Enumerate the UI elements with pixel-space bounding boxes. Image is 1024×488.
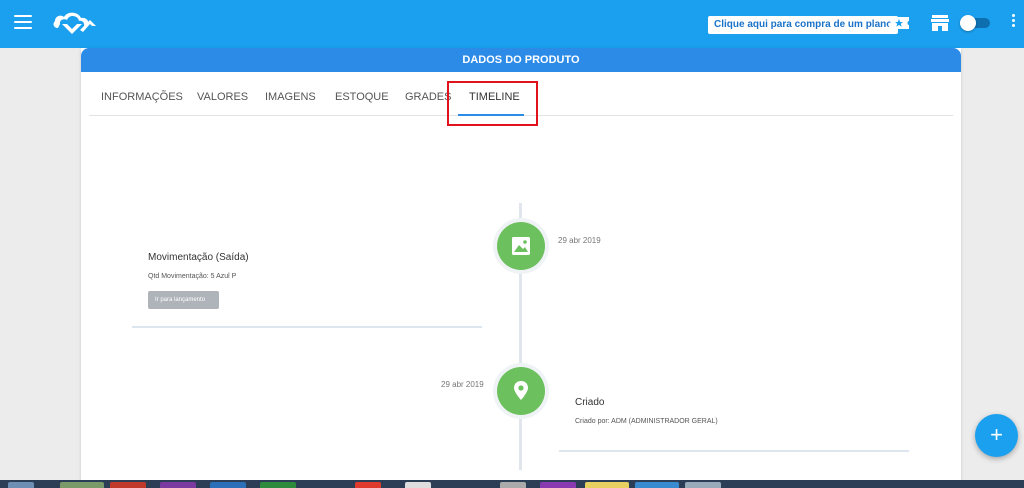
card-title: DADOS DO PRODUTO xyxy=(81,48,961,72)
timeline-title-1: Movimentação (Saída) xyxy=(148,252,249,263)
highlight-annotation xyxy=(447,81,538,126)
timeline-entry-rule-2 xyxy=(559,450,909,452)
tab-valores[interactable]: VALORES xyxy=(197,72,248,116)
theme-toggle[interactable] xyxy=(960,15,992,31)
ticket-icon[interactable] xyxy=(888,14,910,32)
logo[interactable] xyxy=(50,8,104,40)
go-to-entry-button[interactable]: Ir para lançamento xyxy=(148,291,219,309)
taskbar-app-icon[interactable] xyxy=(110,482,146,488)
timeline-date-1: 29 abr 2019 xyxy=(558,236,601,245)
taskbar-app-icon[interactable] xyxy=(60,482,104,488)
taskbar-start-icon[interactable] xyxy=(8,482,34,488)
taskbar-app-icon[interactable] xyxy=(540,482,576,488)
timeline-dot-1 xyxy=(497,222,545,270)
taskbar-app-icon[interactable] xyxy=(500,482,526,488)
taskbar-app-icon[interactable] xyxy=(585,482,629,488)
taskbar-app-icon[interactable] xyxy=(160,482,196,488)
toggle-knob xyxy=(960,15,976,31)
taskbar-app-icon[interactable] xyxy=(405,482,431,488)
timeline-desc-2: Criado por: ADM (ADMINISTRADOR GERAL) xyxy=(575,418,718,425)
timeline-title-2: Criado xyxy=(575,397,605,408)
buy-plan-button[interactable]: Clique aqui para compra de um plano xyxy=(708,16,899,34)
taskbar-app-icon[interactable] xyxy=(355,482,381,488)
store-icon[interactable] xyxy=(930,14,950,32)
tab-estoque[interactable]: ESTOQUE xyxy=(335,72,389,116)
add-fab-button[interactable]: + xyxy=(975,414,1018,457)
timeline-dot-2 xyxy=(497,367,545,415)
tab-imagens[interactable]: IMAGENS xyxy=(265,72,316,116)
top-app-bar: Clique aqui para compra de um plano xyxy=(0,0,1024,48)
taskbar-app-icon[interactable] xyxy=(685,482,721,488)
menu-icon[interactable] xyxy=(14,15,32,29)
timeline-entry-rule-1 xyxy=(132,326,482,328)
location-pin-icon xyxy=(514,381,528,400)
taskbar-app-icon[interactable] xyxy=(635,482,679,488)
timeline-desc-1: Qtd Movimentação: 5 Azul P xyxy=(148,273,237,280)
taskbar-app-icon[interactable] xyxy=(260,482,296,488)
tab-grades[interactable]: GRADES xyxy=(405,72,451,116)
taskbar-app-icon[interactable] xyxy=(210,482,246,488)
more-vert-icon[interactable] xyxy=(1010,14,1016,32)
tab-informacoes[interactable]: INFORMAÇÕES xyxy=(101,72,183,116)
timeline-date-2: 29 abr 2019 xyxy=(441,380,484,389)
image-icon xyxy=(512,237,530,255)
